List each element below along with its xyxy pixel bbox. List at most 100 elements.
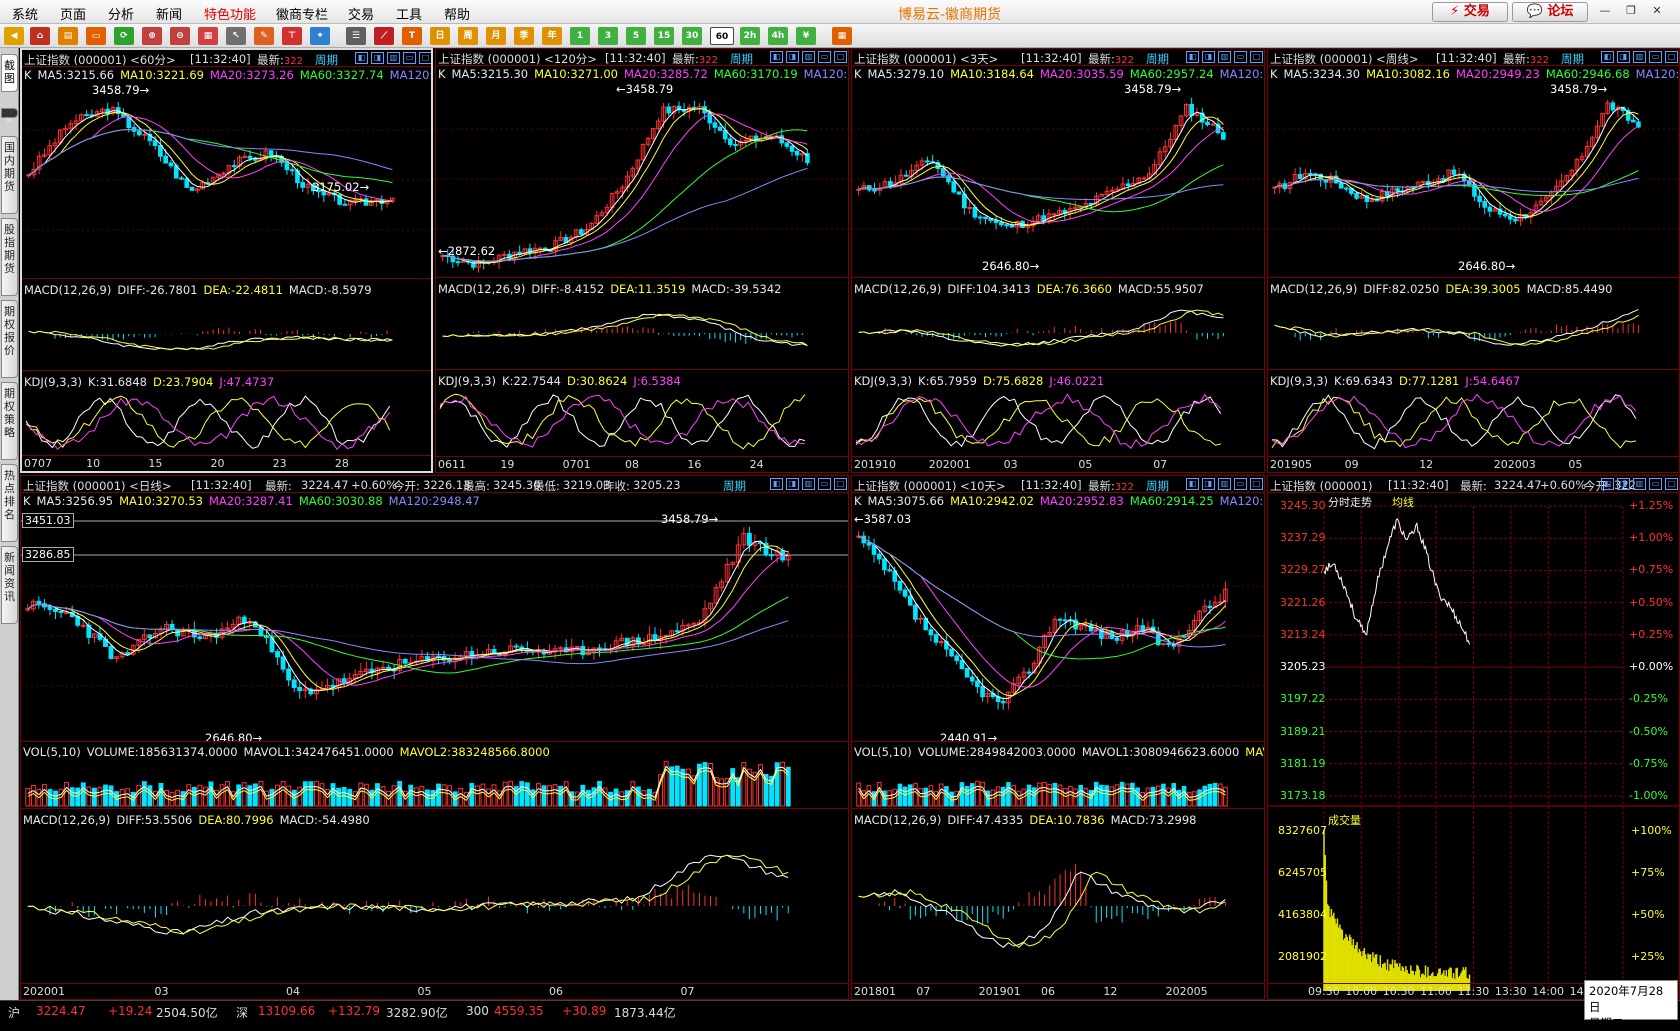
period-60min[interactable]: 60 bbox=[710, 27, 734, 45]
arrow-icon: ← bbox=[616, 82, 626, 96]
price-axis-label: 3197.22 bbox=[1280, 692, 1326, 706]
sidebar-tab-hot-ranking[interactable]: 热点排名 bbox=[1, 464, 18, 542]
refresh-icon[interactable]: ⟳ bbox=[114, 27, 134, 45]
menu-analysis[interactable]: 分析 bbox=[108, 4, 134, 23]
indicator-legend: KDJ(9,3,3) K:22.7544 D:30.8624 J:6.5384 bbox=[438, 374, 687, 388]
period-custom-icon[interactable]: ¥ bbox=[796, 27, 816, 45]
ma-line bbox=[27, 540, 789, 692]
pin-icon[interactable]: ⊤ bbox=[282, 27, 302, 45]
period-5min[interactable]: 5 bbox=[626, 27, 646, 45]
candle-body bbox=[1610, 102, 1616, 111]
candlesticks bbox=[856, 531, 1228, 710]
period-15min[interactable]: 15 bbox=[654, 27, 674, 45]
panel-3day[interactable]: 上证指数 (000001) <3天> [11:32:40] 最新:322 周期 ◧ ◨ ▥ ▭… bbox=[851, 48, 1265, 473]
panel-10day[interactable]: 上证指数 (000001) <10天> [11:32:40] 最新:322 周期 ◧ ◨ ▥… bbox=[851, 475, 1265, 1000]
period-day[interactable]: 日 bbox=[430, 27, 450, 45]
sidebar-tab-domestic-futures[interactable]: 国内期货 bbox=[1, 136, 18, 214]
sidebar-tab-index-futures[interactable]: 股指期货 bbox=[1, 218, 18, 296]
calendar-icon[interactable]: ▦ bbox=[832, 27, 852, 45]
menu-trade[interactable]: 交易 bbox=[348, 4, 374, 23]
panel-daily[interactable]: 上证指数 (000001) <日线> [11:32:40] 最新: 3224.47 +0… bbox=[20, 475, 849, 1000]
period-week[interactable]: 周 bbox=[458, 27, 478, 45]
candle-body bbox=[685, 624, 691, 627]
panel-weekly[interactable]: 上证指数 (000001) <周线> [11:32:40] 最新:322 周期 ◧ ◨ ▥ ▭… bbox=[1267, 48, 1680, 473]
sidebar-tab-options-quotes[interactable]: 期权报价 bbox=[1, 300, 18, 378]
menu-system[interactable]: 系统 bbox=[12, 4, 38, 23]
new-icon[interactable]: ✦ bbox=[310, 27, 330, 45]
volume-bar bbox=[280, 781, 286, 807]
j-value: J:47.4737 bbox=[219, 375, 275, 389]
x-tick-label: 0611 bbox=[438, 458, 466, 471]
draw-icon[interactable]: ✎ bbox=[254, 27, 274, 45]
menu-huishang[interactable]: 徽商专栏 bbox=[276, 4, 328, 23]
period-4h-icon[interactable]: 4h bbox=[768, 27, 788, 45]
card-icon[interactable]: ▭ bbox=[86, 27, 106, 45]
section-divider bbox=[1268, 277, 1679, 278]
candle-body bbox=[692, 106, 697, 110]
volume-bar bbox=[1119, 781, 1125, 807]
mavol1-value: MAVOL1:3080946623.6000 bbox=[1081, 745, 1240, 759]
panel-timeshare[interactable]: 上证指数 (000001) [11:32:40] 最新: 3224.47 +0.60% 今… bbox=[1267, 475, 1680, 1000]
macd-label: MACD(12,26,9) bbox=[854, 282, 942, 296]
panel-120min[interactable]: 上证指数 (000001) <120分> [11:32:40] 最新:322 周期 ◧ ◨… bbox=[435, 48, 849, 473]
period-3min[interactable]: 3 bbox=[598, 27, 618, 45]
period-month[interactable]: 月 bbox=[486, 27, 506, 45]
volume-bar bbox=[363, 783, 369, 807]
zoom-in-icon[interactable]: ⊕ bbox=[142, 27, 162, 45]
x-axis: 202001 03 04 05 06 07 bbox=[21, 983, 848, 999]
dea-value: DEA:76.3660 bbox=[1036, 282, 1112, 296]
restore-icon[interactable]: ❐ bbox=[1622, 3, 1640, 19]
volume-bar bbox=[1171, 783, 1177, 807]
period-1min[interactable]: 1 bbox=[570, 27, 590, 45]
candle-body bbox=[897, 580, 903, 591]
diff-line bbox=[858, 309, 1224, 347]
arrow-icon: → bbox=[252, 731, 263, 745]
menu-special[interactable]: 特色功能 bbox=[204, 4, 256, 23]
menu-help[interactable]: 帮助 bbox=[444, 4, 470, 23]
chart-line-icon[interactable]: ⟋ bbox=[374, 27, 394, 45]
period-year[interactable]: 年 bbox=[542, 27, 562, 45]
c300-change: +30.89 bbox=[562, 1004, 607, 1018]
panel-60min[interactable]: 上证指数 (000001) <60分> [11:32:40] 最新:322 周期 ◧ ◨ ▥… bbox=[20, 48, 433, 473]
indicator-legend: KDJ(9,3,3) K:69.6343 D:77.1281 J:54.6467 bbox=[1270, 374, 1526, 388]
volume-bar bbox=[491, 784, 497, 807]
notebook-icon[interactable]: ▤ bbox=[58, 27, 78, 45]
tab-timeshare[interactable]: 分时走势 bbox=[1328, 494, 1372, 510]
ma-line bbox=[27, 553, 789, 686]
close-icon[interactable]: ✕ bbox=[1648, 3, 1666, 19]
candle-body bbox=[289, 169, 295, 172]
sidebar-tab-screenshot[interactable]: 截图 bbox=[1, 54, 18, 92]
minimize-icon[interactable]: — bbox=[1596, 3, 1614, 19]
candle-body bbox=[184, 178, 190, 188]
j-value: J:54.6467 bbox=[1465, 374, 1521, 388]
menu-tools[interactable]: 工具 bbox=[396, 4, 422, 23]
tab-avgline[interactable]: 均线 bbox=[1392, 494, 1414, 510]
zoom-out-icon[interactable]: ⊖ bbox=[170, 27, 190, 45]
cursor-icon[interactable]: ↖ bbox=[226, 27, 246, 45]
menu-news[interactable]: 新闻 bbox=[156, 4, 182, 23]
candle-body bbox=[769, 554, 775, 557]
candle-body bbox=[951, 181, 957, 193]
candle-body bbox=[983, 216, 988, 220]
back-icon[interactable]: ◀ bbox=[4, 27, 24, 45]
candle-body bbox=[1508, 215, 1513, 220]
trade-button[interactable]: ⚡ 交易 bbox=[1432, 2, 1508, 22]
period-quarter[interactable]: 季 bbox=[514, 27, 534, 45]
extreme-price-label: 3458.79→ bbox=[1124, 82, 1182, 96]
x-tick-label: 05 bbox=[417, 985, 432, 998]
tick-icon[interactable]: T bbox=[402, 27, 422, 45]
candle-body bbox=[967, 206, 972, 209]
sidebar-tab-options-strategy[interactable]: 期权策略 bbox=[1, 382, 18, 460]
volume-bar bbox=[541, 785, 547, 807]
list-icon[interactable]: ☰ bbox=[346, 27, 366, 45]
candle-body bbox=[1207, 605, 1213, 609]
home-icon[interactable]: ⌂ bbox=[30, 27, 50, 45]
sidebar-tab-news[interactable]: 新闻资讯 bbox=[1, 546, 18, 624]
period-30min[interactable]: 30 bbox=[682, 27, 702, 45]
menu-page[interactable]: 页面 bbox=[60, 4, 86, 23]
forum-button[interactable]: 💬 论坛 bbox=[1512, 2, 1588, 22]
pct-axis-label: +0.25% bbox=[1629, 627, 1674, 641]
layout-icon[interactable]: ▦ bbox=[198, 27, 218, 45]
period-2h-icon[interactable]: 2h bbox=[740, 27, 760, 45]
sidebar-collapse-icon[interactable]: ▸ bbox=[1, 108, 18, 126]
